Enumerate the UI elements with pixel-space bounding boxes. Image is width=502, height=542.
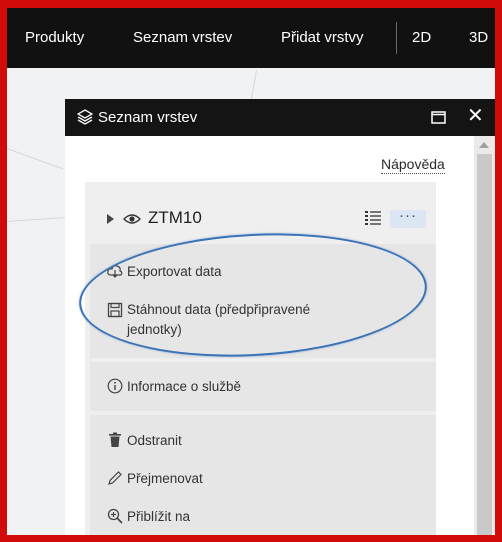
zoom-to-item[interactable]: Přiblížit na [90, 507, 436, 529]
maximize-icon[interactable] [431, 111, 446, 124]
panel-title: Seznam vrstev [98, 109, 198, 126]
nav-layer-list[interactable]: Seznam vrstev [133, 29, 232, 46]
download-data-item[interactable]: Stáhnout data (předpřipravené jednotky) [90, 300, 436, 344]
save-disk-icon [107, 302, 123, 318]
help-link[interactable]: Nápověda [381, 156, 445, 174]
nav-separator [396, 22, 397, 54]
panel-scrollbar[interactable] [474, 136, 495, 535]
download-data-label-line2: jednotky) [127, 322, 182, 337]
chevron-right-icon[interactable] [107, 214, 114, 224]
legend-list-icon[interactable] [365, 211, 381, 225]
scroll-thumb[interactable] [477, 154, 492, 535]
map-line [7, 148, 64, 170]
layer-actions-group: Odstranit Přejmenovat Přiblížit na [90, 415, 436, 535]
map-line [7, 216, 65, 222]
zoom-in-icon [107, 508, 123, 524]
remove-label: Odstranit [127, 433, 182, 448]
remove-item[interactable]: Odstranit [90, 431, 436, 453]
trash-icon [109, 432, 121, 447]
nav-3d[interactable]: 3D [469, 29, 488, 46]
layers-icon [77, 109, 93, 125]
rename-label: Přejmenovat [127, 471, 203, 486]
service-info-item[interactable]: Informace o službě [90, 377, 436, 399]
pencil-icon [108, 471, 122, 485]
eye-icon[interactable] [123, 212, 141, 226]
nav-products[interactable]: Produkty [25, 29, 84, 46]
download-data-label-line1: Stáhnout data (předpřipravené [127, 302, 311, 317]
export-data-label: Exportovat data [127, 264, 222, 279]
export-data-item[interactable]: Exportovat data [90, 262, 436, 284]
map-line [250, 69, 257, 100]
more-options-button[interactable]: ··· [390, 208, 426, 228]
close-icon[interactable]: ✕ [467, 106, 484, 126]
nav-add-layers[interactable]: Přidat vrstvy [281, 29, 364, 46]
top-navigation-bar: Produkty Seznam vrstev Přidat vrstvy 2D … [7, 8, 495, 68]
layer-name: ZTM10 [148, 208, 202, 227]
nav-2d[interactable]: 2D [412, 29, 431, 46]
layer-list-panel: Seznam vrstev ✕ Nápověda ZTM10 ··· Expor… [65, 99, 495, 535]
panel-header: Seznam vrstev ✕ [65, 99, 495, 136]
info-icon [107, 378, 123, 394]
zoom-to-label: Přiblížit na [127, 509, 191, 524]
info-group: Informace o službě [90, 362, 436, 411]
screenshot-frame: Produkty Seznam vrstev Přidat vrstvy 2D … [7, 8, 495, 535]
data-actions-group: Exportovat data Stáhnout data (předpřipr… [90, 244, 436, 358]
rename-item[interactable]: Přejmenovat [90, 469, 436, 491]
layer-row[interactable]: ZTM10 ··· [85, 182, 436, 244]
service-info-label: Informace o službě [127, 379, 242, 394]
cloud-download-icon [107, 265, 123, 278]
scroll-up-arrow-icon[interactable] [479, 142, 489, 148]
layer-card: ZTM10 ··· Exportovat data Stáhnout data … [85, 182, 436, 535]
